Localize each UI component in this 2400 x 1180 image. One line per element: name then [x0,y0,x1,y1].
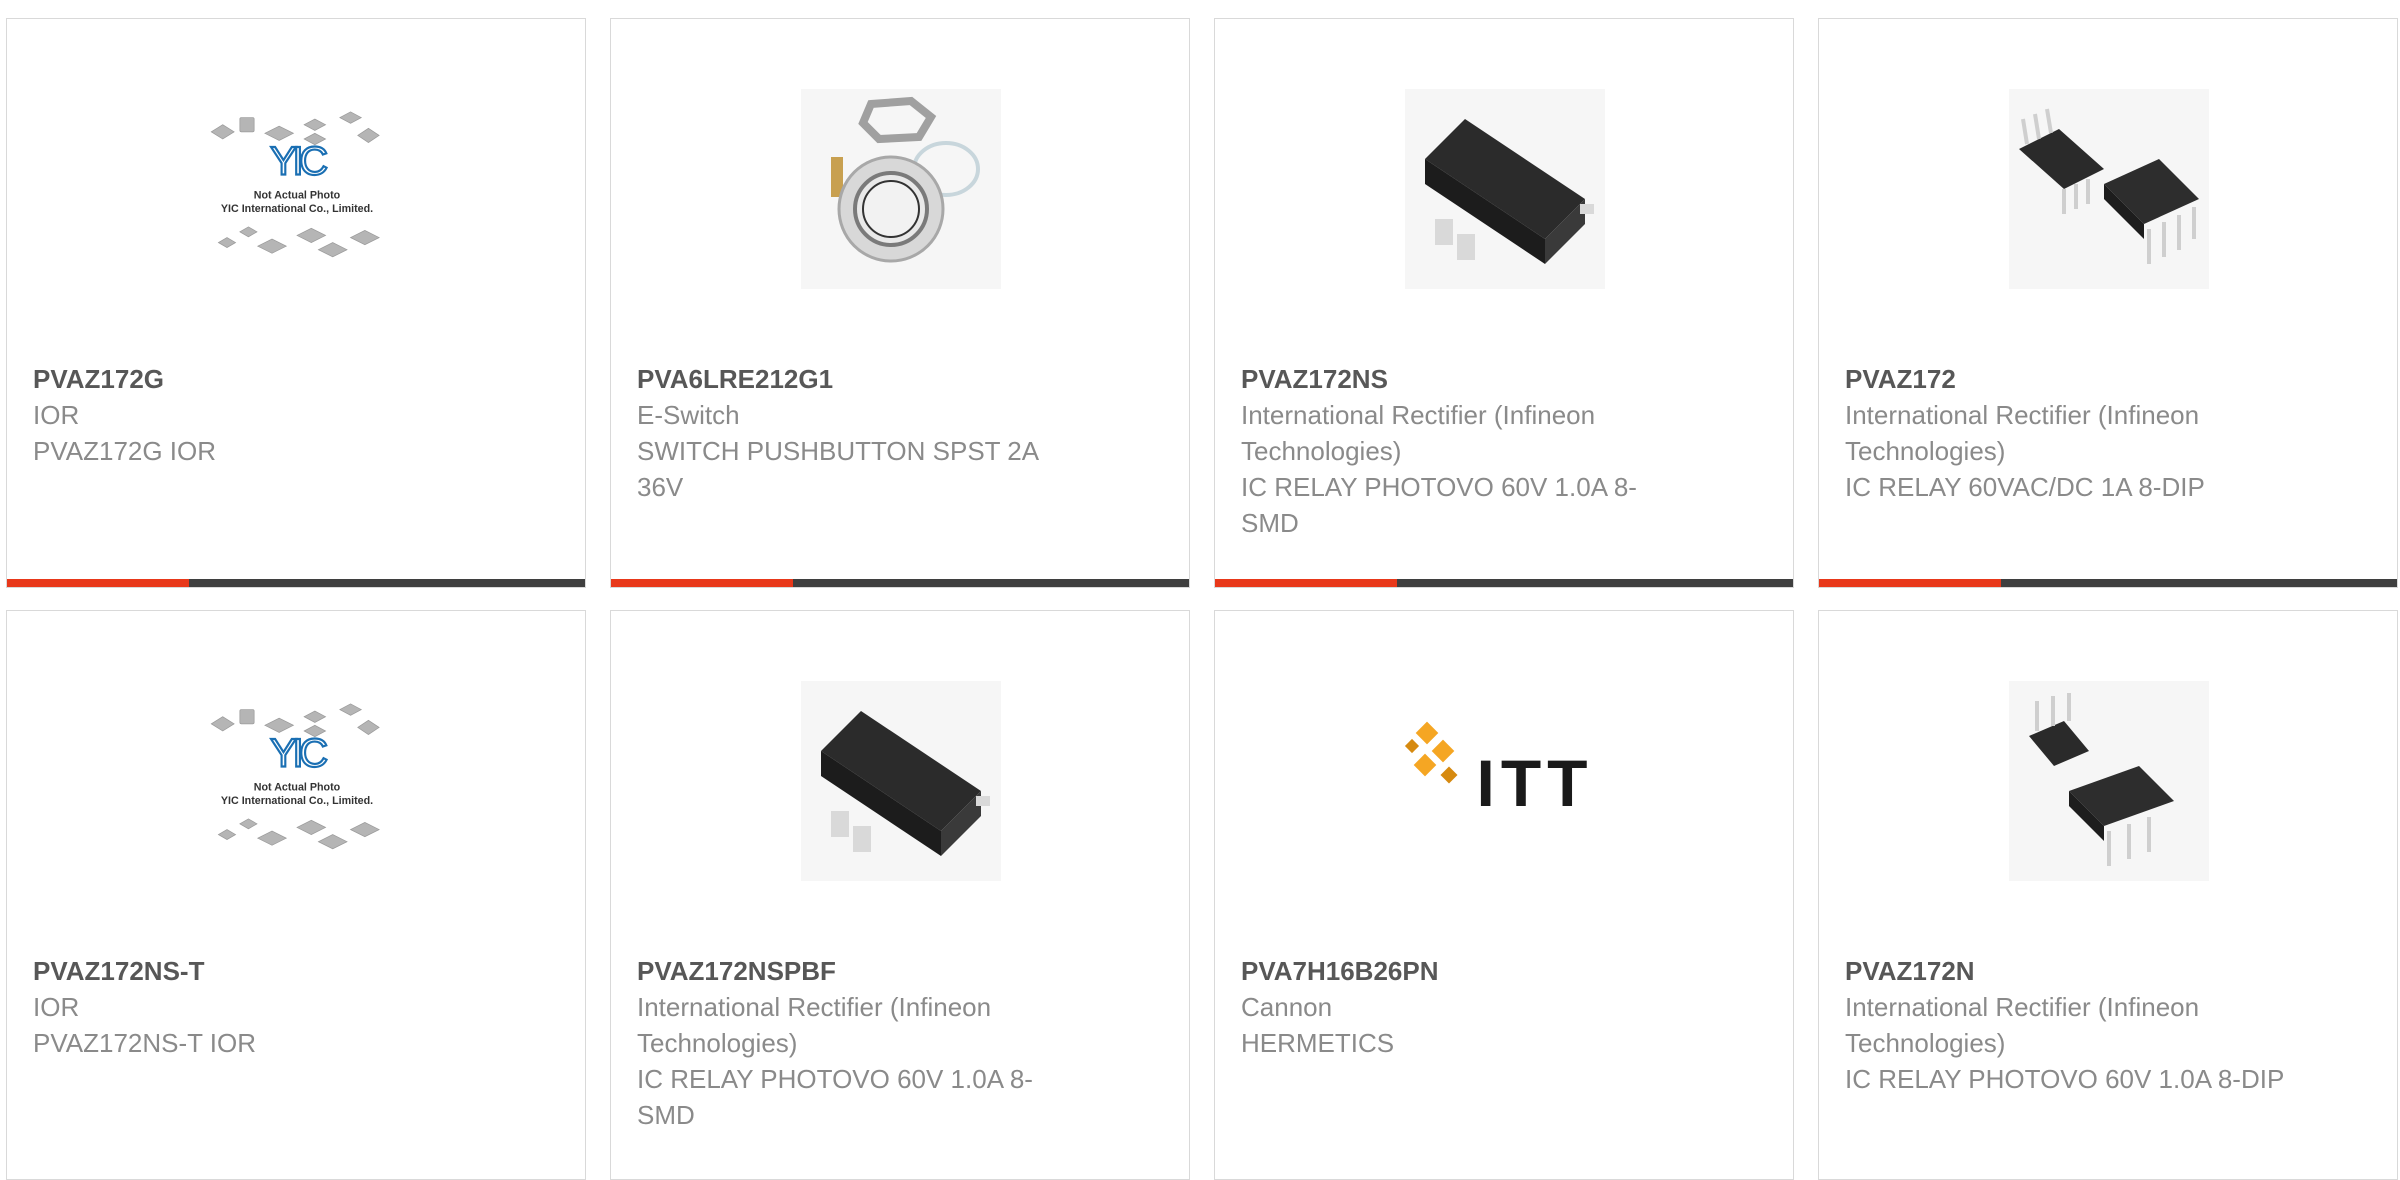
product-card[interactable]: PVA6LRE212G1 E-Switch SWITCH PUSHBUTTON … [610,18,1190,588]
description: HERMETICS [1241,1028,1395,1058]
card-hover-bar [611,579,1189,587]
description: PVAZ172NS-T IOR [33,1028,256,1058]
manufacturer: E-Switch [637,400,740,430]
product-image [1405,89,1605,289]
manufacturer: Cannon [1241,992,1333,1022]
smd-package-image [821,711,990,856]
itt-logo-text: ITT [1477,746,1594,820]
card-hover-bar [7,579,585,587]
manufacturer: International Rectifier (Infineon Techno… [1845,400,2200,466]
product-image [2009,89,2209,289]
product-image: YIC Not Actual Photo YIC International C… [197,89,397,289]
placeholder-line-2: YIC International Co., Limited. [221,203,373,215]
placeholder-line-1: Not Actual Photo [254,189,341,201]
dip-package-image [2029,693,2174,866]
dip-package-image [2019,108,2199,264]
product-image: YIC Not Actual Photo YIC International C… [197,681,397,881]
product-card[interactable]: ITT PVA7H16B26PN Cannon HERMETICS [1214,610,1794,1180]
card-hover-bar [1819,579,2397,587]
part-number[interactable]: PVAZ172NS-T [33,953,565,989]
manufacturer: International Rectifier (Infineon Techno… [637,992,992,1058]
product-card[interactable]: PVAZ172NSPBF International Rectifier (In… [610,610,1190,1180]
manufacturer: International Rectifier (Infineon Techno… [1241,400,1596,466]
product-grid: YIC Not Actual Photo YIC International C… [6,18,2398,1180]
product-image: ITT [1395,681,1615,881]
product-image [2009,681,2209,881]
product-card[interactable]: YIC Not Actual Photo YIC International C… [6,610,586,1180]
part-number[interactable]: PVAZ172 [1845,361,2377,397]
card-hover-bar [1215,579,1793,587]
description: IC RELAY PHOTOVO 60V 1.0A 8-SMD [1241,472,1637,538]
product-card[interactable]: PVAZ172 International Rectifier (Infineo… [1818,18,2398,588]
manufacturer: International Rectifier (Infineon Techno… [1845,992,2200,1058]
product-card[interactable]: PVAZ172N International Rectifier (Infine… [1818,610,2398,1180]
part-number[interactable]: PVAZ172G [33,361,565,397]
smd-package-image [1425,119,1594,264]
product-image [801,681,1001,881]
svg-text:YIC: YIC [270,140,327,184]
part-number[interactable]: PVAZ172NS [1241,361,1773,397]
itt-logo-image: ITT [1404,721,1594,820]
part-number[interactable]: PVAZ172N [1845,953,2377,989]
yic-placeholder-image: YIC Not Actual Photo YIC International C… [210,703,380,850]
pushbutton-switch-image [831,96,980,263]
description: SWITCH PUSHBUTTON SPST 2A 36V [637,436,1038,502]
description: IC RELAY PHOTOVO 60V 1.0A 8-SMD [637,1064,1033,1130]
part-number[interactable]: PVA7H16B26PN [1241,953,1773,989]
part-number[interactable]: PVAZ172NSPBF [637,953,1169,989]
svg-text:YIC: YIC [270,732,327,776]
product-image [801,89,1001,289]
description: IC RELAY 60VAC/DC 1A 8-DIP [1845,472,2205,502]
description: PVAZ172G IOR [33,436,217,466]
description: IC RELAY PHOTOVO 60V 1.0A 8-DIP [1845,1064,2285,1094]
placeholder-line-2: YIC International Co., Limited. [221,795,373,807]
manufacturer: IOR [33,400,80,430]
part-number[interactable]: PVA6LRE212G1 [637,361,1169,397]
placeholder-line-1: Not Actual Photo [254,781,341,793]
product-card[interactable]: PVAZ172NS International Rectifier (Infin… [1214,18,1794,588]
product-card[interactable]: YIC Not Actual Photo YIC International C… [6,18,586,588]
manufacturer: IOR [33,992,80,1022]
yic-placeholder-image: YIC Not Actual Photo YIC International C… [210,111,380,258]
